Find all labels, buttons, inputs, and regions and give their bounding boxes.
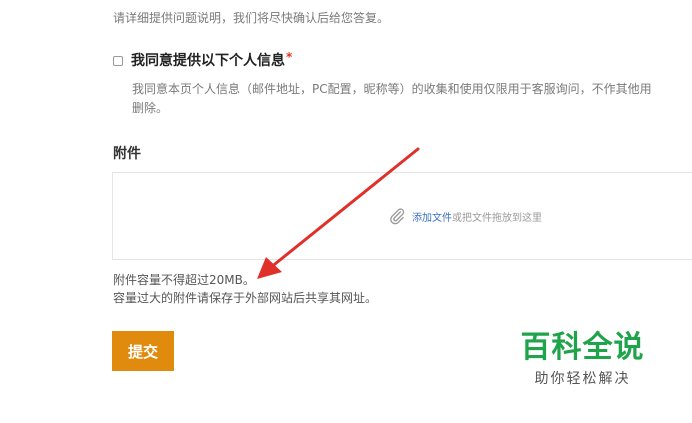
- limit-line-1: 附件容量不得超过20MB。: [113, 273, 255, 287]
- attachment-limit-note: 附件容量不得超过20MB。 容量过大的附件请保存于外部网站后共享其网址。: [113, 271, 377, 307]
- consent-description: 我同意本页个人信息（邮件地址，PC配置，昵称等）的收集和使用仅限用于客服询问，不…: [132, 80, 692, 118]
- consent-description-line-1: 我同意本页个人信息（邮件地址，PC配置，昵称等）的收集和使用仅限用于客服询问，不…: [132, 82, 652, 96]
- watermark-logo: 百科全说 助你轻松解决: [515, 330, 650, 388]
- drag-drop-text: 或把文件拖放到这里: [452, 212, 542, 224]
- attachment-label: 附件: [113, 146, 141, 162]
- problem-description-hint: 请详细提供问题说明，我们将尽快确认后给您答复。: [113, 11, 390, 25]
- consent-checkbox[interactable]: [113, 55, 123, 66]
- consent-section: 我同意提供以下个人信息* 我同意本页个人信息（邮件地址，PC配置，昵称等）的收集…: [113, 50, 692, 118]
- required-mark: *: [286, 50, 293, 64]
- limit-line-2: 容量过大的附件请保存于外部网站后共享其网址。: [113, 291, 378, 305]
- submit-button[interactable]: 提交: [112, 331, 174, 371]
- consent-row: 我同意提供以下个人信息*: [113, 50, 692, 70]
- add-file-link[interactable]: 添加文件: [412, 209, 452, 224]
- dropzone-prompt: 添加文件 或把文件拖放到这里: [388, 207, 542, 225]
- consent-description-line-2: 删除。: [132, 101, 169, 115]
- watermark-title: 百科全说: [520, 330, 645, 365]
- attachment-dropzone[interactable]: 添加文件 或把文件拖放到这里: [112, 172, 692, 260]
- paperclip-icon: [390, 208, 405, 225]
- consent-title[interactable]: 我同意提供以下个人信息*: [131, 50, 292, 70]
- consent-title-text: 我同意提供以下个人信息: [131, 53, 285, 69]
- feedback-form-page: 请详细提供问题说明，我们将尽快确认后给您答复。 我同意提供以下个人信息* 我同意…: [0, 0, 692, 423]
- watermark-subtitle: 助你轻松解决: [534, 371, 631, 387]
